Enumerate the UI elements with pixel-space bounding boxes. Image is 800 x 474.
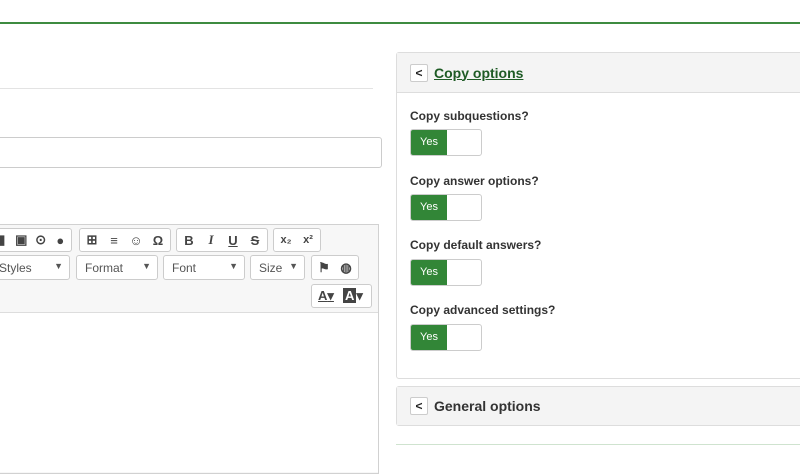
font-dropdown[interactable]: Font ▼ [163,255,245,280]
chevron-left-icon[interactable]: < [410,397,428,415]
compass-icon[interactable]: ● [54,233,68,248]
play-icon[interactable]: ⊙ [34,232,48,248]
caret-down-icon: ▼ [54,261,63,271]
toolbar-group-insert: ⊞ ≡ ☺ Ω [79,228,171,252]
iframe-icon[interactable]: ▮ [0,232,9,248]
video-icon[interactable]: ▣ [15,232,29,248]
copy-options-link[interactable]: Copy options [434,65,523,81]
smiley-icon[interactable]: ☺ [128,233,144,248]
styles-dropdown[interactable]: Styles ▼ [0,255,70,280]
text-color-icon[interactable]: A▾ [316,288,336,304]
copy-subquestions-label: Copy subquestions? [410,109,529,123]
general-options-header[interactable]: < General options [397,387,800,425]
strikethrough-icon[interactable]: S [247,233,263,248]
copy-default-answers-label: Copy default answers? [410,238,542,252]
toolbar-group-media: ▮ ▣ ⊙ ● [0,228,72,252]
chevron-left-icon[interactable]: < [410,63,428,82]
header-divider [0,22,800,24]
toolbar-group-misc: ⚑ ◍ [311,255,359,280]
toolbar-group-colors: A▾ A ▾ [311,284,372,308]
copy-advanced-settings-toggle[interactable]: Yes [410,324,482,351]
styles-label: Styles [0,261,32,275]
toolbar-group-script: x₂ x² [273,228,321,252]
superscript-icon[interactable]: x² [300,234,316,246]
caret-down-icon: ▼ [142,261,151,271]
omega-icon[interactable]: Ω [150,233,166,248]
copy-advanced-settings-label: Copy advanced settings? [410,303,556,317]
divider [396,444,800,445]
table-icon[interactable]: ⊞ [84,232,100,248]
format-label: Format [85,261,124,275]
editor-content-area[interactable] [0,312,378,472]
copy-answer-options-label: Copy answer options? [410,174,539,188]
italic-icon[interactable]: I [203,232,219,248]
size-dropdown[interactable]: Size ▼ [250,255,305,280]
font-label: Font [172,261,197,275]
general-options-title[interactable]: General options [434,398,541,414]
globe-icon[interactable]: ◍ [338,260,354,276]
format-dropdown[interactable]: Format ▼ [76,255,158,280]
toggle-yes: Yes [411,130,447,155]
general-options-panel: < General options [396,386,800,426]
text-input[interactable] [0,137,382,168]
underline-icon[interactable]: U [225,233,241,248]
copy-default-answers-toggle[interactable]: Yes [410,259,482,286]
toolbar-group-basic: B I U S [176,228,268,252]
toggle-yes: Yes [411,325,447,350]
horizontal-line-icon[interactable]: ≡ [106,233,122,248]
flag-icon[interactable]: ⚑ [316,260,332,276]
toggle-yes: Yes [411,260,447,285]
caret-down-icon: ▼ [289,261,298,271]
copy-answer-options-toggle[interactable]: Yes [410,194,482,221]
caret-down-icon: ▼ [229,261,238,271]
copy-subquestions-toggle[interactable]: Yes [410,129,482,156]
toggle-yes: Yes [411,195,447,220]
section-divider [0,88,373,89]
background-color-icon[interactable]: A ▾ [342,288,364,304]
copy-options-header[interactable]: < Copy options [397,53,800,92]
bold-icon[interactable]: B [181,233,197,248]
size-label: Size [259,261,283,275]
subscript-icon[interactable]: x₂ [278,234,294,246]
